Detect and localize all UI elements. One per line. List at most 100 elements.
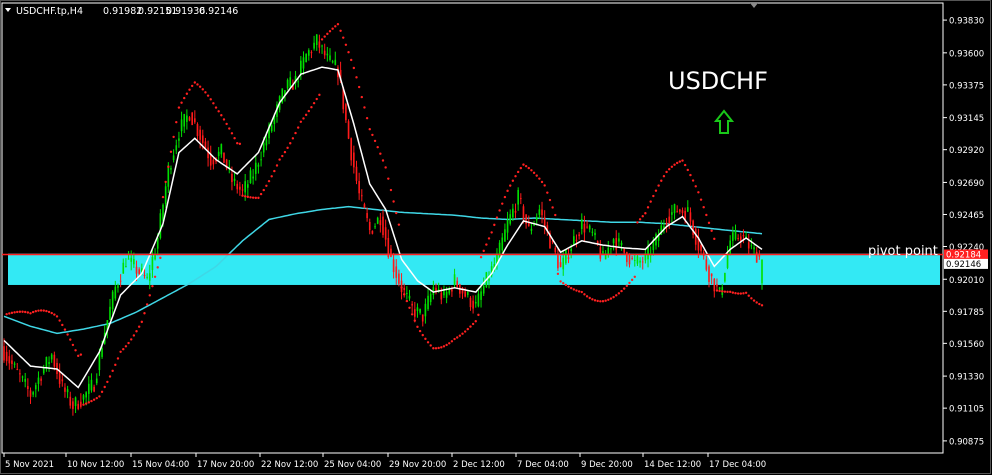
psar-dot bbox=[424, 337, 427, 341]
psar-dot bbox=[137, 325, 141, 328]
psar-dot bbox=[660, 179, 663, 182]
candle bbox=[681, 207, 684, 217]
psar-dot bbox=[273, 169, 276, 173]
psar-dot bbox=[530, 169, 533, 172]
psar-dot bbox=[527, 166, 530, 170]
candle bbox=[212, 157, 215, 170]
psar-dot bbox=[567, 285, 570, 288]
candle bbox=[302, 51, 305, 75]
psar-dot bbox=[24, 310, 27, 314]
candle-body bbox=[247, 184, 249, 188]
candle bbox=[575, 234, 578, 248]
psar-dot bbox=[177, 106, 181, 109]
psar-dot bbox=[392, 200, 395, 203]
psar-dot bbox=[469, 325, 472, 328]
candle bbox=[239, 181, 241, 196]
candle-body bbox=[620, 242, 623, 246]
psar-dot bbox=[45, 309, 48, 313]
candle bbox=[588, 224, 591, 233]
candle bbox=[459, 283, 461, 298]
candle-body bbox=[360, 195, 363, 197]
candle bbox=[469, 296, 472, 311]
psar-dot bbox=[585, 295, 589, 298]
candle-body bbox=[562, 257, 565, 270]
candle-body bbox=[628, 255, 631, 265]
candle bbox=[315, 34, 318, 51]
psar-dot bbox=[463, 330, 467, 333]
dropdown-triangle-icon[interactable] bbox=[5, 8, 11, 12]
candle bbox=[429, 289, 432, 306]
psar-dot bbox=[228, 127, 231, 130]
psar-dot bbox=[349, 58, 353, 62]
candle bbox=[657, 229, 660, 248]
candle bbox=[183, 113, 186, 134]
candle bbox=[29, 387, 32, 404]
psar-dot bbox=[31, 310, 35, 314]
psar-dot bbox=[315, 97, 318, 101]
psar-dot bbox=[241, 194, 244, 197]
candle bbox=[61, 373, 64, 387]
candle-body bbox=[588, 225, 591, 230]
candle-body bbox=[440, 292, 443, 300]
candle bbox=[77, 400, 80, 411]
psar-dot bbox=[426, 341, 430, 344]
psar-dot bbox=[116, 357, 120, 360]
candle-body bbox=[443, 290, 445, 296]
psar-dot bbox=[172, 135, 175, 139]
psar-dot bbox=[302, 117, 305, 120]
psar-dot bbox=[344, 43, 348, 46]
candle bbox=[180, 111, 183, 137]
candle-body bbox=[724, 272, 726, 282]
psar-dot bbox=[312, 101, 316, 105]
candle bbox=[53, 351, 56, 371]
candle bbox=[40, 376, 42, 386]
candle bbox=[66, 385, 69, 399]
candle-body bbox=[318, 41, 321, 48]
psar-dot bbox=[175, 120, 178, 124]
psar-dot bbox=[270, 175, 273, 178]
candle bbox=[286, 78, 289, 91]
shift-marker-icon[interactable] bbox=[750, 3, 758, 8]
psar-dot bbox=[551, 206, 554, 209]
psar-dot bbox=[673, 163, 676, 166]
candle-body bbox=[392, 259, 395, 273]
candle-body bbox=[517, 189, 519, 205]
candle-body bbox=[705, 259, 708, 270]
y-tick-label: 0.93145 bbox=[949, 114, 984, 124]
y-tick-label: 0.92465 bbox=[949, 211, 984, 221]
psar-dot bbox=[697, 191, 700, 194]
psar-dot bbox=[291, 137, 295, 140]
candle bbox=[480, 285, 482, 308]
psar-dot bbox=[320, 38, 324, 41]
candle-body bbox=[148, 273, 151, 281]
psar-dot bbox=[466, 327, 470, 331]
psar-dot bbox=[87, 401, 91, 404]
candle bbox=[602, 246, 604, 255]
candle-body bbox=[24, 378, 27, 382]
psar-dot bbox=[286, 146, 289, 150]
candle-body bbox=[739, 236, 742, 242]
candle-body bbox=[307, 50, 310, 56]
psar-dot bbox=[387, 177, 390, 180]
candle-body bbox=[305, 54, 307, 63]
candle-body bbox=[310, 52, 313, 54]
candle bbox=[578, 231, 580, 240]
candle-body bbox=[618, 238, 620, 242]
psar-dot bbox=[259, 192, 263, 196]
psar-dot bbox=[694, 185, 697, 188]
candle-body bbox=[718, 287, 721, 290]
psar-dot bbox=[718, 289, 721, 293]
candle-body bbox=[95, 378, 98, 384]
psar-dot bbox=[538, 177, 541, 180]
candle bbox=[95, 373, 98, 386]
candle-body bbox=[647, 246, 649, 260]
candle bbox=[345, 102, 347, 123]
psar-dot bbox=[53, 313, 56, 316]
psar-dot bbox=[77, 354, 80, 358]
psar-dot bbox=[487, 237, 491, 240]
candle-body bbox=[323, 50, 326, 56]
psar-dot bbox=[5, 312, 8, 316]
psar-dot bbox=[453, 337, 456, 341]
psar-dot bbox=[167, 165, 170, 169]
y-tick-label: 0.93600 bbox=[949, 49, 984, 59]
